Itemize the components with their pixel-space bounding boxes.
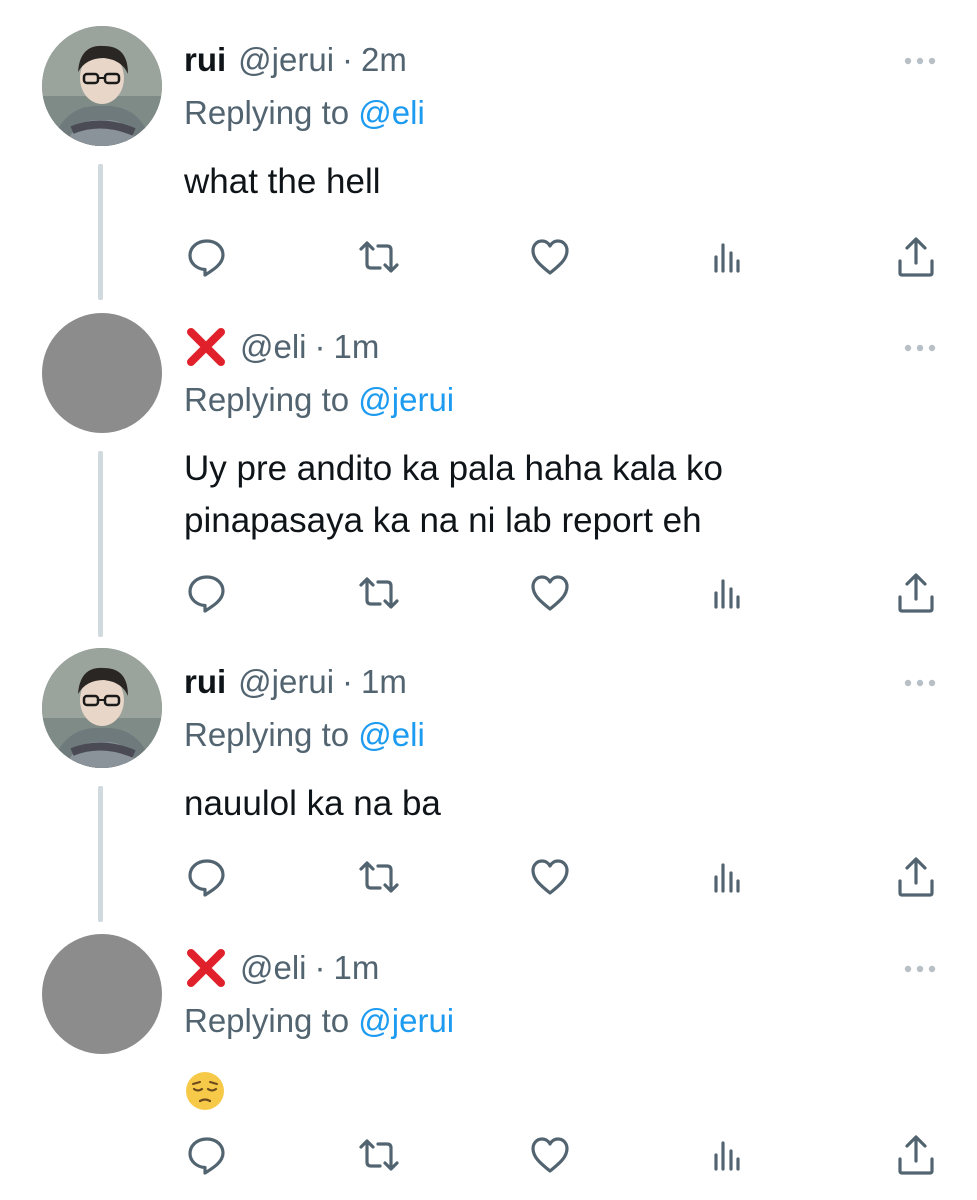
replying-to: Replying to @jerui: [184, 1002, 454, 1040]
replying-to: Replying to @jerui: [184, 381, 454, 419]
replying-to-label: Replying to: [184, 1002, 350, 1039]
more-icon[interactable]: [903, 56, 937, 66]
separator-dot: ·: [314, 328, 326, 365]
author-handle[interactable]: @eli: [240, 328, 307, 366]
share-button[interactable]: [893, 234, 939, 280]
author-handle[interactable]: @jerui: [238, 41, 334, 79]
reply-icon: [188, 1137, 225, 1175]
tweet-header: @eli · 1m: [184, 325, 379, 369]
timestamp[interactable]: 1m: [361, 663, 407, 701]
action-bar: [0, 1132, 977, 1178]
replying-to-mention[interactable]: @jerui: [358, 381, 454, 418]
share-icon: [898, 857, 934, 897]
pensive-face-emoji: [186, 1072, 224, 1110]
tweet[interactable]: @eli · 1m Replying to @jerui Uy pre andi…: [0, 287, 977, 637]
views-button[interactable]: [704, 1132, 750, 1178]
views-icon: [714, 579, 740, 609]
reply-icon: [188, 575, 225, 613]
tweet-header: rui @jerui · 1m: [184, 660, 407, 704]
views-button[interactable]: [704, 854, 750, 900]
separator-dot: ·: [342, 663, 354, 700]
views-button[interactable]: [704, 570, 750, 616]
reply-thread: rui @jerui · 2m Replying to @eli what th…: [0, 0, 977, 1200]
tweet-text-line: Uy pre andito ka pala haha kala ko: [184, 449, 723, 488]
author-name[interactable]: rui: [184, 663, 226, 701]
action-bar: [0, 570, 977, 616]
tweet-text-line: pinapasaya ka na ni lab report eh: [184, 501, 702, 540]
tweet[interactable]: rui @jerui · 2m Replying to @eli what th…: [0, 0, 977, 300]
tweet-header: rui @jerui · 2m: [184, 38, 407, 82]
tweet[interactable]: rui @jerui · 1m Replying to @eli nauulol…: [0, 622, 977, 922]
retweet-button[interactable]: [356, 234, 402, 280]
reply-button[interactable]: [184, 234, 230, 280]
like-button[interactable]: [527, 570, 573, 616]
retweet-icon: [359, 577, 399, 609]
tweet-text: nauulol ka na ba: [184, 778, 924, 830]
share-icon: [898, 573, 934, 613]
avatar[interactable]: [42, 313, 162, 433]
retweet-button[interactable]: [356, 854, 402, 900]
replying-to: Replying to @eli: [184, 716, 425, 754]
retweet-icon: [359, 861, 399, 893]
like-button[interactable]: [527, 234, 573, 280]
separator-dot: ·: [342, 41, 354, 78]
retweet-icon: [359, 241, 399, 273]
like-icon: [531, 1137, 569, 1173]
replying-to-label: Replying to: [184, 716, 350, 753]
replying-to-label: Replying to: [184, 94, 350, 131]
author-name[interactable]: rui: [184, 41, 226, 79]
more-icon[interactable]: [903, 343, 937, 353]
replying-to-mention[interactable]: @eli: [358, 716, 425, 753]
replying-to-label: Replying to: [184, 381, 350, 418]
tweet-text-line: what the hell: [184, 162, 381, 201]
like-icon: [531, 239, 569, 275]
reply-button[interactable]: [184, 570, 230, 616]
author-handle[interactable]: @jerui: [238, 663, 334, 701]
tweet-text: Uy pre andito ka pala haha kala ko pinap…: [184, 443, 924, 547]
timestamp[interactable]: 1m: [334, 949, 380, 987]
replying-to: Replying to @eli: [184, 94, 425, 132]
separator-dot: ·: [314, 949, 326, 986]
reply-icon: [188, 859, 225, 897]
tweet-text-line: 😔: [184, 1064, 924, 1116]
more-icon[interactable]: [903, 964, 937, 974]
tweet-text: 😔: [184, 1064, 924, 1116]
share-button[interactable]: [893, 854, 939, 900]
author-handle[interactable]: @eli: [240, 949, 307, 987]
avatar[interactable]: [42, 648, 162, 768]
reply-icon: [188, 239, 225, 277]
views-icon: [714, 863, 740, 893]
avatar[interactable]: [42, 934, 162, 1054]
timestamp[interactable]: 2m: [361, 41, 407, 79]
cross-mark-icon: [187, 949, 225, 987]
views-icon: [714, 243, 740, 273]
like-button[interactable]: [527, 854, 573, 900]
replying-to-mention[interactable]: @jerui: [358, 1002, 454, 1039]
retweet-button[interactable]: [356, 1132, 402, 1178]
retweet-button[interactable]: [356, 570, 402, 616]
replying-to-mention[interactable]: @eli: [358, 94, 425, 131]
like-icon: [531, 859, 569, 895]
tweet-text: what the hell: [184, 156, 924, 208]
reply-button[interactable]: [184, 1132, 230, 1178]
like-icon: [531, 575, 569, 611]
reply-button[interactable]: [184, 854, 230, 900]
views-icon: [714, 1141, 740, 1171]
views-button[interactable]: [704, 234, 750, 280]
retweet-icon: [359, 1139, 399, 1171]
tweet-text-line: nauulol ka na ba: [184, 784, 441, 823]
tweet[interactable]: @eli · 1m Replying to @jerui 😔: [0, 908, 977, 1200]
action-bar: [0, 854, 977, 900]
action-bar: [0, 234, 977, 280]
avatar[interactable]: [42, 26, 162, 146]
share-button[interactable]: [893, 570, 939, 616]
share-button[interactable]: [893, 1132, 939, 1178]
cross-mark-icon: [187, 328, 225, 366]
more-icon[interactable]: [903, 678, 937, 688]
timestamp[interactable]: 1m: [334, 328, 380, 366]
tweet-header: @eli · 1m: [184, 946, 379, 990]
share-icon: [898, 237, 934, 277]
share-icon: [898, 1135, 934, 1175]
like-button[interactable]: [527, 1132, 573, 1178]
